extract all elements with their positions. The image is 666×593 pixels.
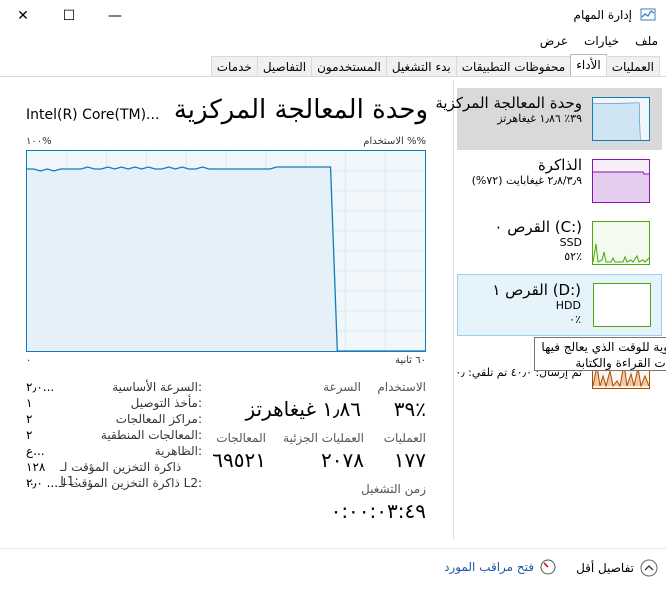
property-row: ١ مأخذ التوصيل: — [26, 396, 202, 412]
cpu-thumbnail — [592, 97, 650, 141]
disk1-thumbnail — [593, 283, 651, 327]
sidebar-item-cpu[interactable]: وحدة المعالجة المركزية ٣٩٪ ١٫٨٦ غيغاهرتز — [435, 88, 662, 150]
tab-startup[interactable]: بدء التشغيل — [385, 56, 457, 77]
sidebar-sub: SSD — [559, 236, 582, 249]
threads-value: ٢٠٧٨ — [321, 448, 364, 472]
property-label: ذاكرة التخزين المؤقت لـ L2: — [58, 476, 202, 490]
sidebar-item-disk1[interactable]: القرص ١ (D:) HDD ٠٪ — [457, 274, 662, 336]
chevron-up-icon — [640, 559, 658, 577]
menu-bar: ملف خيارات عرض — [532, 32, 666, 52]
processes-label: العمليات — [383, 431, 426, 445]
usage-label: الاستخدام — [377, 380, 426, 394]
sidebar-title: وحدة المعالجة المركزية — [435, 94, 582, 112]
tab-divider — [0, 76, 666, 77]
maximize-icon: ☐ — [62, 8, 76, 24]
series-area — [27, 167, 425, 351]
tab-processes[interactable]: العمليات — [605, 56, 660, 77]
uptime-label: زمن التشغيل — [361, 482, 426, 496]
chart-svg — [27, 151, 425, 352]
sidebar-sub2: ٥٢٪ — [564, 250, 582, 263]
minimize-icon: — — [108, 8, 122, 24]
tooltip-line1: وية للوقت الذي يعالج فيها — [541, 340, 666, 354]
open-resource-monitor-link[interactable]: فتح مراقب المورد — [444, 559, 556, 575]
fewer-details-button[interactable]: تفاصيل أقل — [576, 559, 658, 577]
property-label: المعالجات المنطقية: — [100, 428, 202, 442]
tooltip: وية للوقت الذي يعالج فيها ات القراءة وال… — [534, 337, 666, 371]
property-value: ٢ — [26, 412, 33, 426]
usage-value: ٣٩٪ — [393, 397, 426, 421]
uptime-value: ٠:٠٠:٠٣:٤٩ — [330, 499, 426, 523]
sidebar-item-memory[interactable]: الذاكرة ٢٫٨/٣٫٩ غيغابايت (٧٢%) — [457, 150, 662, 212]
cpu-model: Intel(R) Core(TM)... — [26, 107, 160, 123]
sidebar-title: القرص ٠ (C:) — [494, 218, 582, 236]
processes-value: ١٧٧ — [393, 448, 426, 472]
handles-label: المعالجات — [216, 431, 266, 445]
menu-view[interactable]: عرض — [532, 32, 576, 52]
sidebar-sub: ٢٫٨/٣٫٩ غيغابايت (٧٢%) — [471, 174, 582, 187]
sidebar-title: الذاكرة — [537, 156, 582, 174]
tab-app-history[interactable]: محفوظات التطبيقات — [455, 56, 572, 77]
property-value: ٢ — [26, 428, 33, 442]
property-label: الظاهرية: — [154, 444, 202, 458]
tab-strip: العمليات الأداء محفوظات التطبيقات بدء ال… — [210, 54, 660, 77]
maximize-button[interactable]: ☐ — [46, 0, 92, 32]
property-value: ١٢٨ ... — [26, 460, 46, 488]
sidebar-item-disk0[interactable]: القرص ٠ (C:) SSD ٥٢٪ — [457, 212, 662, 274]
cpu-usage-chart — [26, 150, 426, 352]
property-label: مراكز المعالجات: — [115, 412, 202, 426]
property-label: ذاكرة التخزين المؤقت لـ L1: — [60, 460, 182, 488]
sidebar-text: وحدة المعالجة المركزية ٣٩٪ ١٫٨٦ غيغاهرتز — [435, 94, 582, 126]
max-axis-label: ١٠٠% — [26, 136, 52, 147]
handles-value: ٦٩٥٢١ — [212, 448, 266, 472]
properties-list: ٢٫٠... السرعة الأساسية: ١ مأخذ التوصيل: … — [26, 380, 202, 492]
sidebar-sub: ٣٩٪ ١٫٨٦ غيغاهرتز — [497, 112, 582, 125]
time-axis-label: ٦٠ ثانية — [395, 355, 426, 366]
property-row: ٢٫٠... السرعة الأساسية: — [26, 380, 202, 396]
footer-divider — [0, 548, 666, 549]
property-row: ٢٫٠ ... ذاكرة التخزين المؤقت لـ L2: — [26, 476, 202, 492]
open-resource-monitor-label: فتح مراقب المورد — [444, 560, 534, 574]
menu-options[interactable]: خيارات — [576, 32, 627, 52]
threads-label: العمليات الجزئية — [283, 431, 364, 445]
property-row: ٢ المعالجات المنطقية: — [26, 428, 202, 444]
menu-file[interactable]: ملف — [627, 32, 666, 52]
tab-services[interactable]: خدمات — [210, 56, 258, 77]
sidebar-sub: HDD — [555, 299, 581, 312]
sidebar: وحدة المعالجة المركزية ٣٩٪ ١٫٨٦ غيغاهرتز… — [435, 80, 666, 540]
sidebar-text: الذاكرة ٢٫٨/٣٫٩ غيغابايت (٧٢%) — [472, 156, 582, 188]
sidebar-title: القرص ١ (D:) — [492, 281, 581, 299]
property-value: ١ — [26, 396, 33, 410]
resource-monitor-icon — [540, 559, 556, 575]
disk0-thumbnail — [592, 221, 650, 265]
property-label: مأخذ التوصيل: — [130, 396, 202, 410]
close-icon: ✕ — [17, 8, 29, 24]
sidebar-sub2: ٠٪ — [569, 313, 581, 326]
property-value: ع... — [26, 444, 45, 458]
fewer-details-label: تفاصيل أقل — [576, 561, 634, 575]
property-value: ٢٫٠... — [26, 380, 55, 394]
property-row: ١٢٨ ... ذاكرة التخزين المؤقت لـ L1: — [26, 460, 202, 488]
usage-axis-label: الاستخدام %% — [363, 136, 426, 147]
sidebar-text: القرص ٠ (C:) SSD ٥٢٪ — [494, 218, 582, 264]
tab-details[interactable]: التفاصيل — [256, 56, 313, 77]
page-title: وحدة المعالجة المركزية — [173, 95, 428, 125]
window-title: إدارة المهام — [573, 8, 632, 22]
zero-axis-label: ٠ — [26, 355, 32, 366]
close-button[interactable]: ✕ — [0, 0, 46, 32]
tab-performance[interactable]: الأداء — [570, 54, 607, 76]
minimize-button[interactable]: — — [92, 0, 138, 32]
memory-thumbnail — [592, 159, 650, 203]
property-value: ٢٫٠ ... — [26, 476, 59, 490]
property-row: ع... الظاهرية: — [26, 444, 202, 460]
task-manager-icon — [640, 8, 656, 21]
tooltip-line2: ات القراءة والكتابة — [575, 356, 666, 370]
speed-label: السرعة — [323, 380, 361, 394]
speed-value: ١٫٨٦ غيغاهرتز — [245, 397, 361, 421]
sidebar-text: القرص ١ (D:) HDD ٠٪ — [492, 281, 581, 327]
property-label: السرعة الأساسية: — [112, 380, 202, 394]
tab-users[interactable]: المستخدمون — [311, 56, 387, 77]
property-row: ٢ مراكز المعالجات: — [26, 412, 202, 428]
